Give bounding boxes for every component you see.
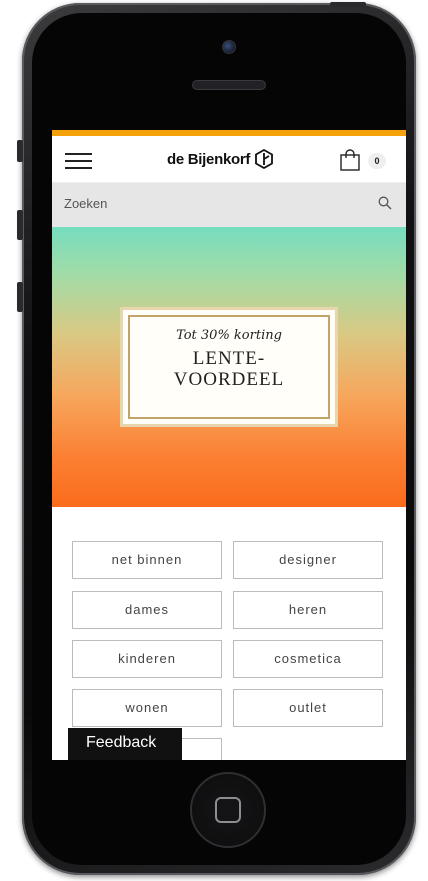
- category-outlet[interactable]: outlet: [233, 689, 383, 727]
- promo-title: LENTE- VOORDEEL: [123, 348, 335, 390]
- feedback-button[interactable]: Feedback: [68, 728, 182, 760]
- logo-mark-icon: [255, 149, 273, 169]
- category-wonen[interactable]: wonen: [72, 689, 222, 727]
- shopping-bag-icon[interactable]: [339, 149, 361, 171]
- volume-up-button: [17, 210, 23, 240]
- hamburger-icon[interactable]: [65, 153, 92, 169]
- search-input[interactable]: Zoeken: [64, 196, 107, 211]
- volume-down-button: [17, 282, 23, 312]
- phone-screen: de Bijenkorf 0 Zoeken Tot 30% korting LE…: [52, 130, 406, 760]
- front-camera: [222, 40, 236, 54]
- home-button[interactable]: [190, 772, 266, 848]
- category-designer[interactable]: designer: [233, 541, 383, 579]
- promo-subtitle: Tot 30% korting: [176, 328, 282, 343]
- promo-title-line1: LENTE-: [192, 348, 266, 369]
- home-button-icon: [215, 797, 241, 823]
- category-cosmetica[interactable]: cosmetica: [233, 640, 383, 678]
- cart-count-badge[interactable]: 0: [368, 153, 386, 169]
- power-button: [330, 2, 366, 7]
- earpiece-speaker: [192, 80, 266, 90]
- search-icon[interactable]: [378, 196, 392, 210]
- hero-banner[interactable]: Tot 30% korting LENTE- VOORDEEL: [52, 227, 406, 507]
- category-kinderen[interactable]: kinderen: [72, 640, 222, 678]
- mute-switch: [17, 140, 23, 162]
- logo-text: de Bijenkorf: [167, 150, 251, 168]
- category-net-binnen[interactable]: net binnen: [72, 541, 222, 579]
- brand-logo[interactable]: de Bijenkorf: [167, 149, 274, 169]
- category-dames[interactable]: dames: [72, 591, 222, 629]
- promo-title-line2: VOORDEEL: [173, 369, 285, 390]
- category-heren[interactable]: heren: [233, 591, 383, 629]
- promo-card[interactable]: Tot 30% korting LENTE- VOORDEEL: [120, 307, 338, 427]
- site-header: de Bijenkorf 0: [52, 136, 406, 183]
- search-bar[interactable]: Zoeken: [52, 183, 406, 227]
